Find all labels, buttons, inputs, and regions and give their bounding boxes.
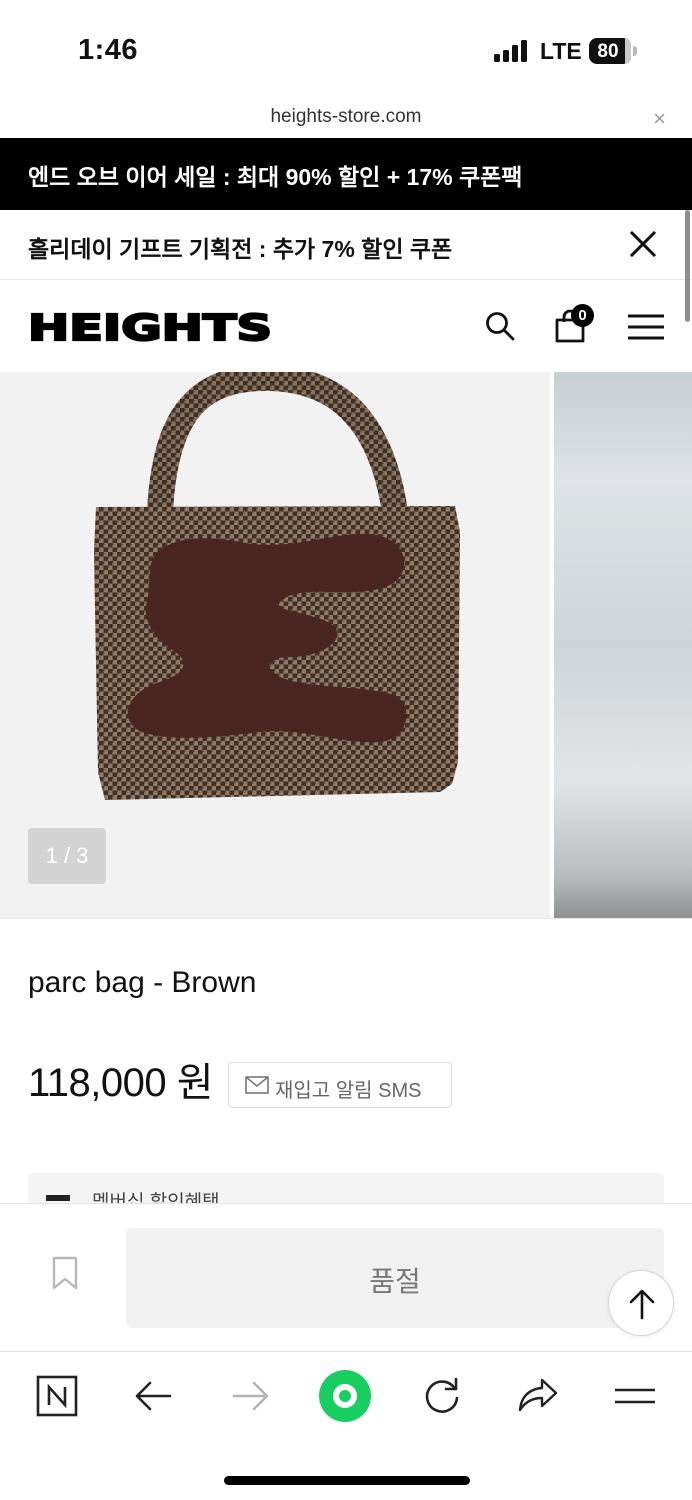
membership-icon bbox=[46, 1195, 70, 1201]
promo-banner-sale-text: 엔드 오브 이어 세일 : 최대 90% 할인 + 17% 쿠폰팩 bbox=[28, 164, 523, 190]
share-icon[interactable] bbox=[516, 1374, 560, 1418]
battery-cap bbox=[633, 46, 637, 56]
product-price: 118,000 원 bbox=[28, 1061, 214, 1105]
green-dot-icon[interactable] bbox=[318, 1369, 372, 1423]
restock-sms-button[interactable]: 재입고 알림 SMS bbox=[228, 1062, 452, 1108]
promo-banner-holiday-text: 홀리데이 기프트 기획전 : 추가 7% 할인 쿠폰 bbox=[28, 236, 453, 262]
toolbar-menu-icon[interactable] bbox=[613, 1374, 657, 1418]
product-image-slide-next[interactable] bbox=[554, 372, 692, 918]
close-icon[interactable] bbox=[628, 229, 658, 259]
battery-level: 80 bbox=[597, 41, 619, 62]
refresh-icon[interactable] bbox=[420, 1374, 464, 1418]
cart-count-badge: 0 bbox=[571, 304, 594, 327]
restock-sms-label: 재입고 알림 SMS bbox=[275, 1080, 422, 1102]
mail-icon bbox=[245, 1076, 269, 1094]
soldout-label: 품절 bbox=[369, 1266, 421, 1297]
arrow-up-icon bbox=[629, 1289, 655, 1320]
heights-logo[interactable]: HEIGHTS bbox=[28, 310, 272, 344]
soldout-button[interactable]: 품절 bbox=[126, 1228, 664, 1328]
membership-discount-panel[interactable]: 멤버십 할인혜택 bbox=[28, 1173, 664, 1203]
logo-text: HEIGHTS bbox=[28, 310, 272, 344]
menu-icon[interactable] bbox=[628, 313, 664, 341]
url-text[interactable]: heights-store.com bbox=[0, 106, 692, 128]
url-close-icon[interactable]: × bbox=[653, 106, 666, 132]
battery-icon: 80 bbox=[589, 38, 631, 64]
product-gallery[interactable]: 1 / 3 bbox=[0, 372, 692, 918]
search-icon[interactable] bbox=[485, 311, 515, 341]
forward-arrow-icon[interactable] bbox=[228, 1374, 272, 1418]
product-title: parc bag - Brown bbox=[28, 966, 257, 999]
promo-banner-sale[interactable]: 엔드 오브 이어 세일 : 최대 90% 할인 + 17% 쿠폰팩 bbox=[0, 138, 692, 210]
status-bar: 1:46 LTE 80 bbox=[0, 0, 692, 100]
status-time: 1:46 bbox=[78, 34, 139, 66]
bookmark-icon[interactable] bbox=[52, 1256, 78, 1290]
signal-icon bbox=[494, 40, 528, 62]
scroll-to-top-button[interactable] bbox=[608, 1270, 674, 1336]
network-type: LTE bbox=[540, 38, 582, 64]
promo-banner-holiday[interactable]: 홀리데이 기프트 기획전 : 추가 7% 할인 쿠폰 bbox=[0, 210, 692, 280]
product-image-slide[interactable]: 1 / 3 bbox=[0, 372, 550, 918]
gallery-counter: 1 / 3 bbox=[28, 828, 106, 884]
membership-label: 멤버십 할인혜택 bbox=[92, 1192, 220, 1203]
divider bbox=[0, 918, 692, 919]
naver-home-icon[interactable] bbox=[35, 1374, 79, 1418]
home-indicator bbox=[224, 1476, 470, 1485]
url-bar[interactable]: heights-store.com × bbox=[0, 100, 692, 138]
back-arrow-icon[interactable] bbox=[132, 1374, 176, 1418]
site-header: HEIGHTS bbox=[0, 280, 692, 372]
